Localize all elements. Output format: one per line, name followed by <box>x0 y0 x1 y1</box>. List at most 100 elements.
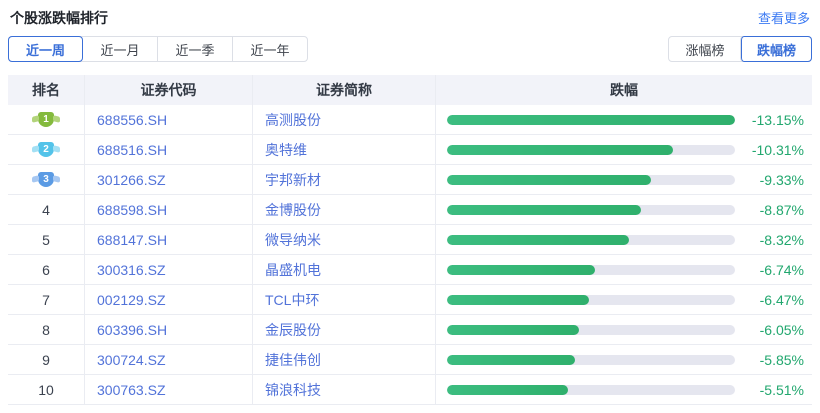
rank-number: 10 <box>38 382 54 398</box>
tab-recent-week[interactable]: 近一周 <box>8 36 83 62</box>
stock-name-link[interactable]: 高测股份 <box>265 110 321 130</box>
decline-bar-track <box>447 205 735 215</box>
code-cell: 688516.SH <box>85 135 253 164</box>
table-row: 3 301266.SZ 宇邦新材 -9.33% <box>8 165 812 195</box>
code-cell: 688598.SH <box>85 195 253 224</box>
rank-cell: 9 <box>8 345 85 374</box>
decline-bar-fill <box>447 175 651 185</box>
code-cell: 688556.SH <box>85 105 253 134</box>
table-header-row: 排名 证券代码 证券简称 跌幅 <box>8 75 812 105</box>
decline-percent: -6.05% <box>735 322 804 338</box>
rank-number: 4 <box>42 202 50 218</box>
tab-recent-month[interactable]: 近一月 <box>82 37 157 61</box>
rank-medal-icon: 2 <box>38 142 54 157</box>
stock-code-link[interactable]: 300316.SZ <box>97 262 166 278</box>
decline-percent: -5.85% <box>735 352 804 368</box>
table-row: 4 688598.SH 金博股份 -8.87% <box>8 195 812 225</box>
decline-bar-track <box>447 385 735 395</box>
decline-percent: -6.74% <box>735 262 804 278</box>
column-header-rank: 排名 <box>8 75 85 105</box>
rank-cell: 8 <box>8 315 85 344</box>
decline-cell: -13.15% <box>436 105 812 134</box>
stock-code-link[interactable]: 688147.SH <box>97 232 167 248</box>
decline-bar-fill <box>447 295 589 305</box>
decline-cell: -9.33% <box>436 165 812 194</box>
code-cell: 002129.SZ <box>85 285 253 314</box>
decline-cell: -5.51% <box>436 375 812 404</box>
stock-name-link[interactable]: TCL中环 <box>265 290 319 310</box>
rank-medal-icon: 1 <box>38 112 54 127</box>
decline-bar-track <box>447 265 735 275</box>
toggle-gainers-board[interactable]: 涨幅榜 <box>669 37 741 61</box>
decline-bar-track <box>447 115 735 125</box>
stock-name-link[interactable]: 锦浪科技 <box>265 380 321 400</box>
decline-percent: -9.33% <box>735 172 804 188</box>
name-cell: 金辰股份 <box>253 315 436 344</box>
rank-number: 5 <box>42 232 50 248</box>
stock-name-link[interactable]: 金辰股份 <box>265 320 321 340</box>
decline-cell: -6.05% <box>436 315 812 344</box>
rank-number: 6 <box>42 262 50 278</box>
stock-code-link[interactable]: 688556.SH <box>97 112 167 128</box>
stock-code-link[interactable]: 300763.SZ <box>97 382 166 398</box>
stock-code-link[interactable]: 002129.SZ <box>97 292 166 308</box>
decline-percent: -8.87% <box>735 202 804 218</box>
table-row: 5 688147.SH 微导纳米 -8.32% <box>8 225 812 255</box>
stock-name-link[interactable]: 捷佳伟创 <box>265 350 321 370</box>
stock-code-link[interactable]: 301266.SZ <box>97 172 166 188</box>
toggle-losers-board[interactable]: 跌幅榜 <box>740 36 812 62</box>
tab-recent-year[interactable]: 近一年 <box>232 37 307 61</box>
decline-bar-fill <box>447 325 579 335</box>
widget-title: 个股涨跌幅排行 <box>10 8 108 28</box>
decline-bar-track <box>447 175 735 185</box>
decline-cell: -6.47% <box>436 285 812 314</box>
decline-bar-fill <box>447 235 629 245</box>
stock-name-link[interactable]: 晶盛机电 <box>265 260 321 280</box>
table-row: 10 300763.SZ 锦浪科技 -5.51% <box>8 375 812 405</box>
rank-cell: 2 <box>8 135 85 164</box>
stock-code-link[interactable]: 603396.SH <box>97 322 167 338</box>
name-cell: 晶盛机电 <box>253 255 436 284</box>
stock-code-link[interactable]: 300724.SZ <box>97 352 166 368</box>
table-row: 9 300724.SZ 捷佳伟创 -5.85% <box>8 345 812 375</box>
decline-bar-track <box>447 295 735 305</box>
decline-percent: -13.15% <box>735 112 804 128</box>
stock-code-link[interactable]: 688516.SH <box>97 142 167 158</box>
decline-cell: -5.85% <box>436 345 812 374</box>
decline-bar-track <box>447 235 735 245</box>
rank-medal-icon: 3 <box>38 172 54 187</box>
rank-cell: 10 <box>8 375 85 404</box>
column-header-code: 证券代码 <box>85 75 253 105</box>
code-cell: 300763.SZ <box>85 375 253 404</box>
decline-bar-fill <box>447 265 595 275</box>
table-row: 7 002129.SZ TCL中环 -6.47% <box>8 285 812 315</box>
decline-percent: -5.51% <box>735 382 804 398</box>
decline-cell: -8.32% <box>436 225 812 254</box>
name-cell: 微导纳米 <box>253 225 436 254</box>
decline-bar-fill <box>447 385 568 395</box>
table-row: 8 603396.SH 金辰股份 -6.05% <box>8 315 812 345</box>
name-cell: 高测股份 <box>253 105 436 134</box>
name-cell: 奥特维 <box>253 135 436 164</box>
name-cell: 锦浪科技 <box>253 375 436 404</box>
stock-name-link[interactable]: 奥特维 <box>265 140 307 160</box>
stock-name-link[interactable]: 金博股份 <box>265 200 321 220</box>
tab-recent-quarter[interactable]: 近一季 <box>157 37 232 61</box>
stock-code-link[interactable]: 688598.SH <box>97 202 167 218</box>
decline-percent: -10.31% <box>735 142 804 158</box>
view-more-link[interactable]: 查看更多 <box>758 8 810 27</box>
stock-name-link[interactable]: 微导纳米 <box>265 230 321 250</box>
name-cell: 捷佳伟创 <box>253 345 436 374</box>
decline-percent: -8.32% <box>735 232 804 248</box>
name-cell: 金博股份 <box>253 195 436 224</box>
decline-bar-fill <box>447 115 735 125</box>
filter-bar: 近一周 近一月 近一季 近一年 涨幅榜 跌幅榜 <box>8 36 812 62</box>
stock-name-link[interactable]: 宇邦新材 <box>265 170 321 190</box>
decline-cell: -8.87% <box>436 195 812 224</box>
decline-bar-track <box>447 355 735 365</box>
decline-bar-fill <box>447 205 641 215</box>
decline-bar-track <box>447 325 735 335</box>
table-body: 1 688556.SH 高测股份 -13.15% 2 688516.SH 奥特维 <box>8 105 812 405</box>
decline-bar-fill <box>447 145 673 155</box>
rank-cell: 1 <box>8 105 85 134</box>
